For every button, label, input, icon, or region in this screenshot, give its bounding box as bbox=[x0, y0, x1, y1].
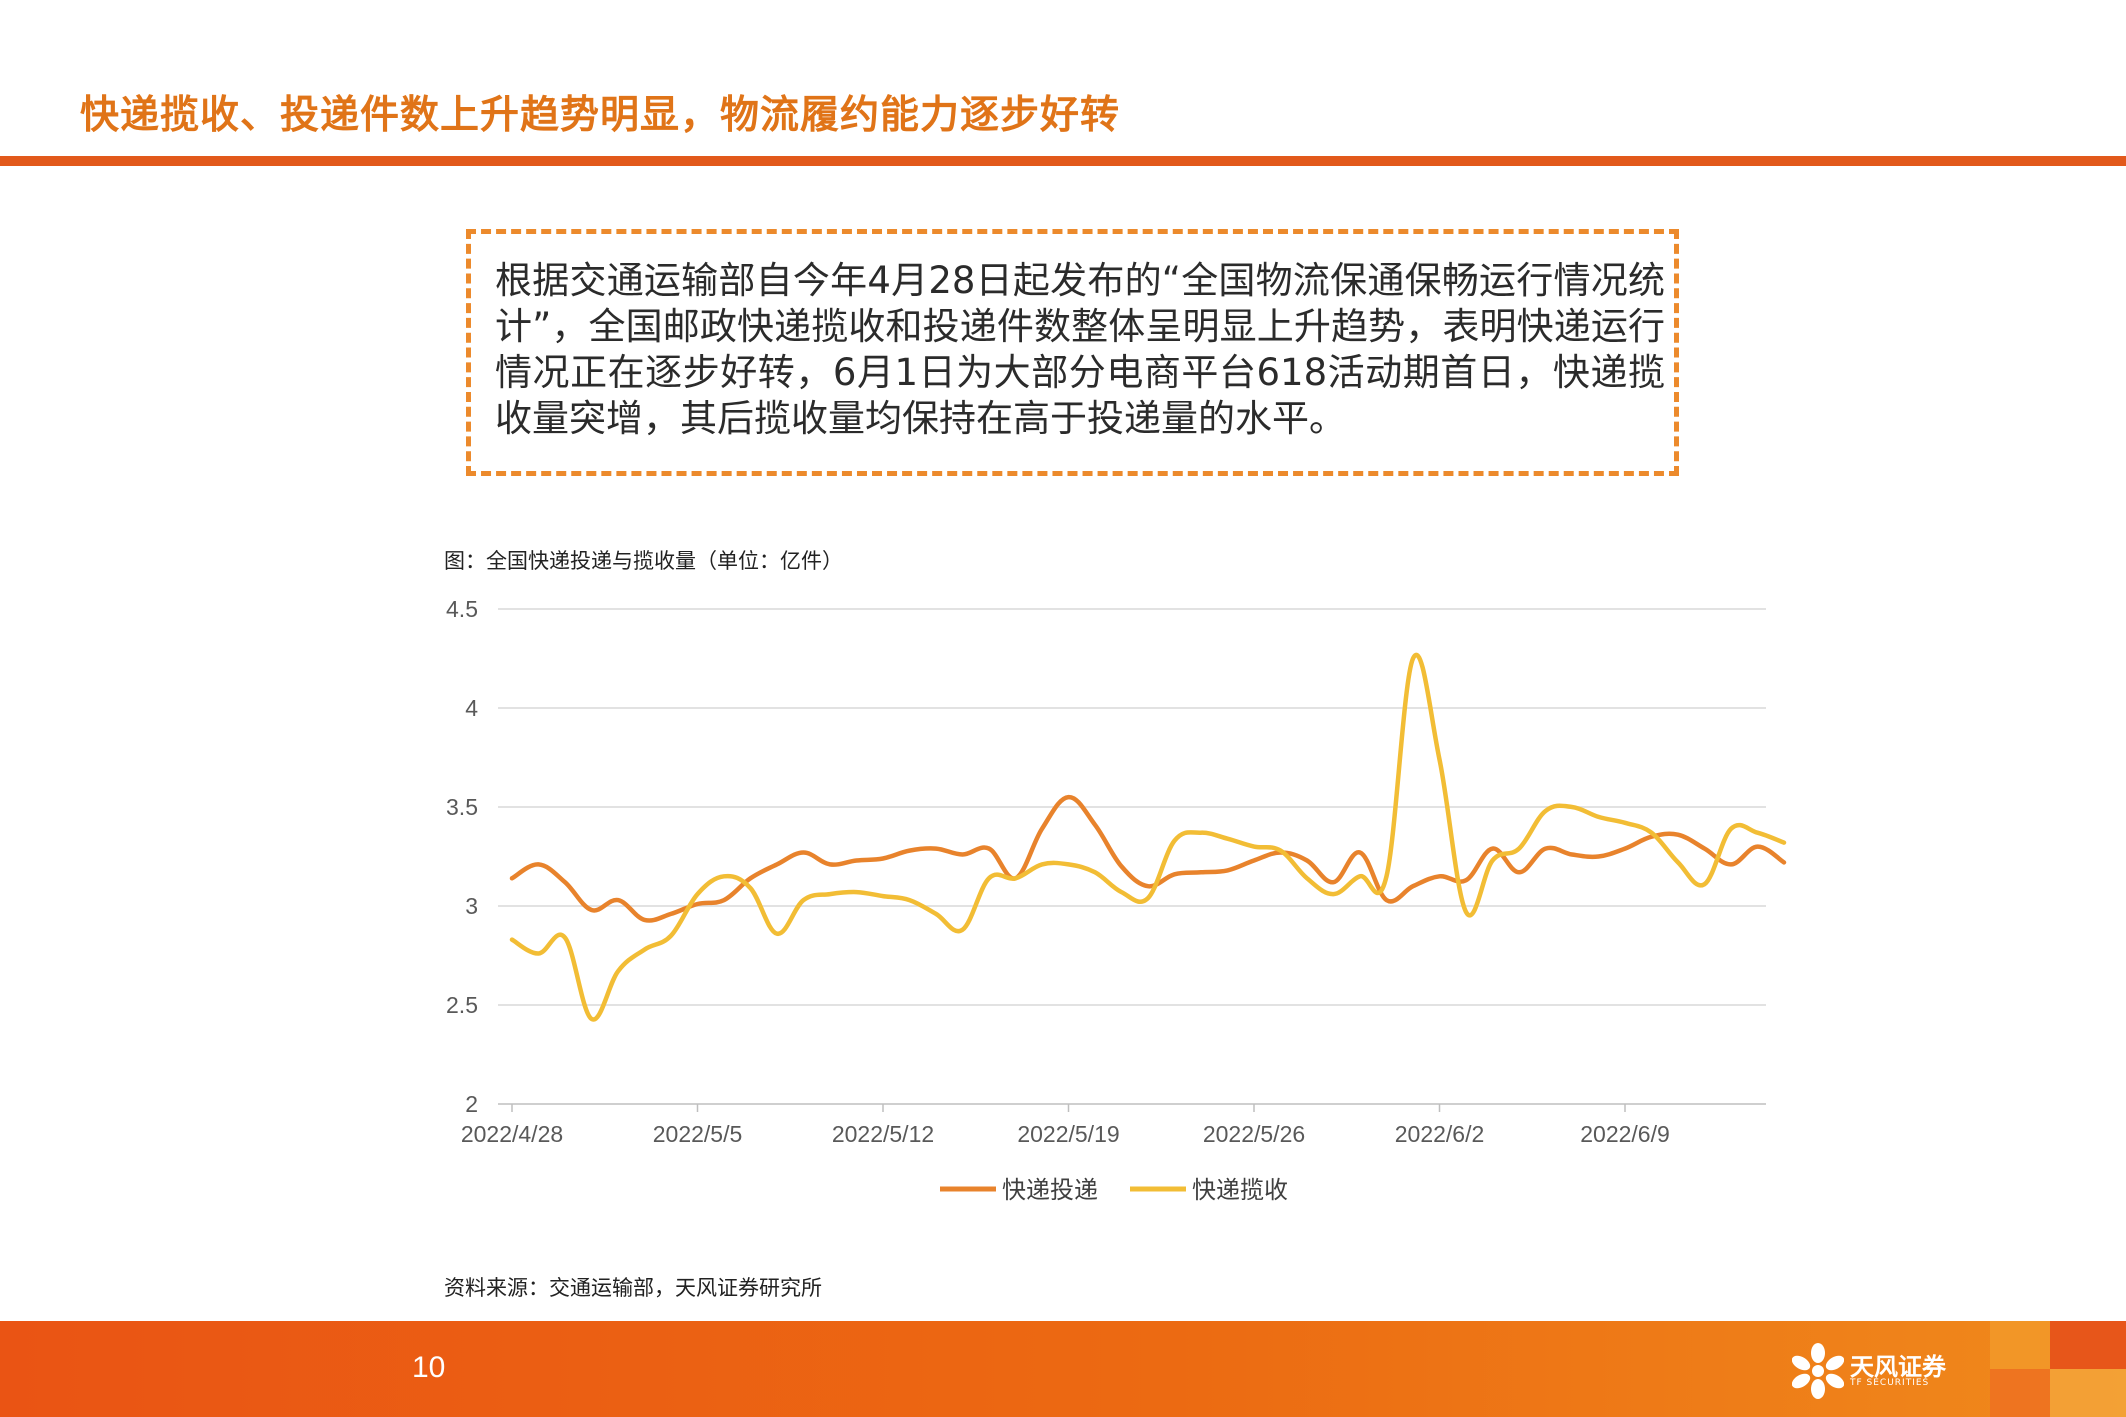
footer-decoration bbox=[1990, 1321, 2050, 1369]
chart-series bbox=[509, 653, 1787, 1022]
footer-decoration bbox=[1990, 1369, 2050, 1417]
y-tick-label: 3.5 bbox=[446, 794, 478, 820]
footer-decoration bbox=[2050, 1321, 2126, 1369]
x-tick-label: 2022/6/9 bbox=[1580, 1121, 1670, 1147]
logo-subtext: TF SECURITIES bbox=[1850, 1378, 1930, 1388]
line-chart: 22.533.544.5 2022/4/28 2022/5/5 2022/5/12 2… bbox=[446, 596, 1787, 1204]
chart-legend: 快递投递 快递揽收 bbox=[940, 1176, 1288, 1204]
x-tick-label: 2022/6/2 bbox=[1395, 1121, 1485, 1147]
y-tick-label: 2 bbox=[465, 1091, 478, 1117]
x-axis-ticks: 2022/4/28 2022/5/5 2022/5/12 2022/5/19 2022/… bbox=[461, 1104, 1670, 1147]
x-tick-label: 2022/5/26 bbox=[1203, 1121, 1305, 1147]
footer-bar: 10 天风证券 TF SECURITIES bbox=[0, 1321, 2126, 1417]
data-source-note: 资料来源：交通运输部，天风证券研究所 bbox=[444, 1276, 822, 1300]
x-tick-label: 2022/5/5 bbox=[653, 1121, 743, 1147]
legend-label: 快递投递 bbox=[1002, 1176, 1098, 1204]
logo-text: 天风证券 bbox=[1850, 1353, 1946, 1381]
company-logo: 天风证券 TF SECURITIES bbox=[1791, 1343, 1972, 1399]
x-tick-label: 2022/5/12 bbox=[832, 1121, 934, 1147]
y-tick-label: 2.5 bbox=[446, 992, 478, 1018]
legend-label: 快递揽收 bbox=[1192, 1176, 1288, 1204]
x-tick-label: 2022/5/19 bbox=[1017, 1121, 1119, 1147]
y-tick-label: 3 bbox=[465, 893, 478, 919]
y-tick-label: 4 bbox=[465, 695, 478, 721]
footer-decoration bbox=[2050, 1369, 2126, 1417]
flower-logo-icon bbox=[1791, 1343, 1845, 1399]
y-tick-label: 4.5 bbox=[446, 596, 478, 622]
y-axis-ticks: 2 2.5 3 3.5 4 4.5 bbox=[446, 596, 478, 1117]
page-number: 10 bbox=[412, 1351, 446, 1384]
series-line-2 bbox=[509, 653, 1787, 1022]
x-tick-label: 2022/4/28 bbox=[461, 1121, 563, 1147]
